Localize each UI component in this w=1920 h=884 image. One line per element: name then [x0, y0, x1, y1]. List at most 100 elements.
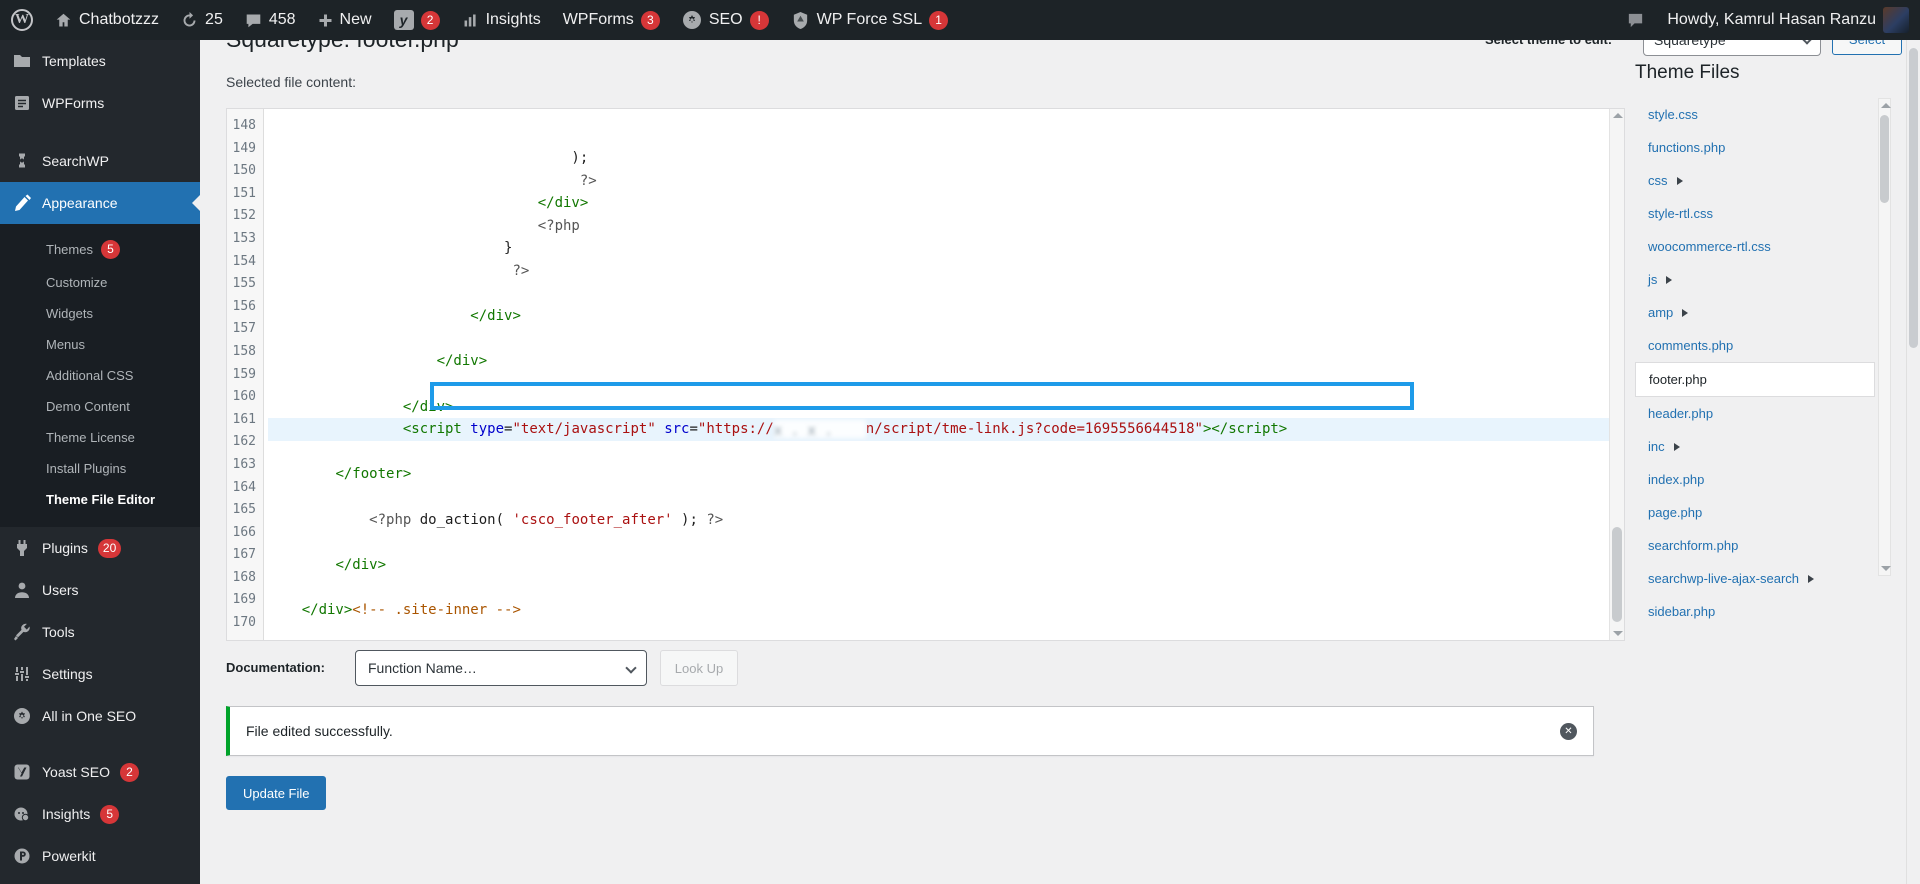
submenu-item-themes[interactable]: Themes5 [0, 232, 200, 267]
theme-file-inc[interactable]: inc [1635, 430, 1875, 463]
theme-file-sidebar-php[interactable]: sidebar.php [1635, 595, 1875, 628]
yoast-adminbar-link[interactable]: y 2 [383, 0, 451, 40]
sidebar-bottom-menu: Plugins20UsersToolsSettingsAll in One SE… [0, 527, 200, 877]
theme-file-js[interactable]: js [1635, 263, 1875, 296]
code-line-162: </footer> [268, 463, 1624, 486]
theme-file-woocommerce-rtl-css[interactable]: woocommerce-rtl.css [1635, 230, 1875, 263]
chat-bubble-icon [1626, 11, 1645, 30]
documentation-dropdown[interactable]: Function Name… [355, 650, 647, 686]
wpforms-adminbar-link[interactable]: WPForms 3 [552, 0, 671, 40]
yoast-icon: y [394, 10, 414, 30]
submenu-item-menus[interactable]: Menus [0, 329, 200, 360]
new-content-link[interactable]: New [307, 0, 383, 40]
folder-arrow-icon [1674, 443, 1684, 451]
theme-file-comments-php[interactable]: comments.php [1635, 329, 1875, 362]
theme-file-link[interactable]: page.php [1648, 505, 1702, 520]
theme-file-style-rtl-css[interactable]: style-rtl.css [1635, 197, 1875, 230]
theme-file-link[interactable]: amp [1648, 305, 1673, 320]
sidebar-item-yoast-seo[interactable]: Yoast SEO2 [0, 751, 200, 793]
success-notice: File edited successfully. ✕ [226, 706, 1594, 756]
editor-scrollbar-thumb[interactable] [1612, 527, 1622, 622]
theme-file-link[interactable]: header.php [1648, 406, 1713, 421]
theme-file-link[interactable]: style.css [1648, 107, 1698, 122]
settings-icon [12, 664, 32, 684]
theme-file-style-css[interactable]: style.css [1635, 98, 1875, 131]
theme-file-footer-php[interactable]: footer.php [1635, 362, 1875, 397]
theme-file-link[interactable]: inc [1648, 439, 1665, 454]
theme-file-amp[interactable]: amp [1635, 296, 1875, 329]
code-line-163 [268, 486, 1624, 509]
editor-code-area[interactable]: ); ?> </div> <?php } ?> [264, 109, 1624, 640]
submenu-item-theme-license[interactable]: Theme License [0, 422, 200, 453]
scroll-up-arrow-icon[interactable] [1613, 113, 1623, 118]
theme-file-link[interactable]: index.php [1648, 472, 1704, 487]
sidebar-item-searchwp[interactable]: SearchWP [0, 140, 200, 182]
submenu-item-customize[interactable]: Customize [0, 267, 200, 298]
theme-file-link[interactable]: css [1648, 173, 1668, 188]
code-line-152: } [268, 237, 1624, 260]
sidebar-item-insights[interactable]: Insights5 [0, 793, 200, 835]
sidebar-item-wpforms[interactable]: WPForms [0, 82, 200, 124]
theme-file-link[interactable]: woocommerce-rtl.css [1648, 239, 1771, 254]
seo-adminbar-badge: ! [750, 11, 769, 30]
updates-link[interactable]: 25 [170, 0, 234, 40]
sidebar-item-tools[interactable]: Tools [0, 611, 200, 653]
theme-file-functions-php[interactable]: functions.php [1635, 131, 1875, 164]
theme-file-searchwp-live-ajax-search[interactable]: searchwp-live-ajax-search [1635, 562, 1875, 595]
sidebar-item-users[interactable]: Users [0, 569, 200, 611]
scroll-up-arrow-icon[interactable] [1881, 103, 1891, 108]
chat-adminbar-item[interactable] [1615, 0, 1656, 40]
sidebar-item-appearance[interactable]: Appearance [0, 182, 200, 224]
theme-file-link[interactable]: sidebar.php [1648, 604, 1715, 619]
sidebar-item-templates[interactable]: Templates [0, 40, 200, 82]
submenu-item-install-plugins[interactable]: Install Plugins [0, 453, 200, 484]
sidebar-item-settings[interactable]: Settings [0, 653, 200, 695]
sidebar-item-all-in-one-seo[interactable]: All in One SEO [0, 695, 200, 737]
force-ssl-label: WP Force SSL [817, 11, 923, 29]
theme-file-link[interactable]: searchform.php [1648, 538, 1738, 553]
theme-file-link[interactable]: searchwp-live-ajax-search [1648, 571, 1799, 586]
code-line-158 [268, 373, 1624, 396]
wordpress-logo-icon: W [11, 9, 33, 31]
code-line-165 [268, 531, 1624, 554]
theme-file-index-php[interactable]: index.php [1635, 463, 1875, 496]
theme-file-link[interactable]: style-rtl.css [1648, 206, 1713, 221]
avatar [1883, 7, 1909, 33]
window-scrollbar-thumb[interactable] [1909, 48, 1918, 348]
dismiss-notice-icon[interactable]: ✕ [1560, 723, 1577, 740]
theme-files-scrollbar-thumb[interactable] [1880, 115, 1889, 203]
editor-scrollbar[interactable] [1609, 109, 1624, 640]
theme-file-page-php[interactable]: page.php [1635, 496, 1875, 529]
theme-file-header-php[interactable]: header.php [1635, 397, 1875, 430]
window-scrollbar[interactable] [1906, 40, 1920, 884]
seo-adminbar-link[interactable]: SEO ! [671, 0, 780, 40]
theme-file-css[interactable]: css [1635, 164, 1875, 197]
insights-adminbar-link[interactable]: Insights [451, 0, 552, 40]
sidebar-item-label: Insights [42, 806, 90, 822]
plus-icon [318, 13, 333, 28]
theme-file-link[interactable]: js [1648, 272, 1657, 287]
theme-file-link[interactable]: comments.php [1648, 338, 1733, 353]
theme-files-scrollbar[interactable] [1878, 98, 1891, 576]
comments-link[interactable]: 458 [234, 0, 307, 40]
scroll-down-arrow-icon[interactable] [1881, 566, 1891, 571]
wp-force-ssl-link[interactable]: WP Force SSL 1 [780, 0, 960, 40]
sidebar-item-powerkit[interactable]: Powerkit [0, 835, 200, 877]
sidebar-item-plugins[interactable]: Plugins20 [0, 527, 200, 569]
update-file-button[interactable]: Update File [226, 776, 326, 810]
scroll-down-arrow-icon[interactable] [1613, 631, 1623, 636]
sidebar-item-label: Templates [42, 53, 106, 69]
theme-file-searchform-php[interactable]: searchform.php [1635, 529, 1875, 562]
theme-file-link[interactable]: functions.php [1648, 140, 1725, 155]
code-editor[interactable]: 1481491501511521531541551561571581591601… [226, 108, 1625, 641]
code-line-148: ); [268, 147, 1624, 170]
account-menu[interactable]: Howdy, Kamrul Hasan Ranzu [1656, 0, 1920, 40]
line-number: 157 [227, 318, 263, 341]
submenu-item-demo-content[interactable]: Demo Content [0, 391, 200, 422]
submenu-item-theme-file-editor[interactable]: Theme File Editor [0, 484, 200, 515]
code-line-149: ?> [268, 170, 1624, 193]
submenu-item-additional-css[interactable]: Additional CSS [0, 360, 200, 391]
wordpress-menu[interactable]: W [0, 0, 44, 40]
submenu-item-widgets[interactable]: Widgets [0, 298, 200, 329]
site-name-link[interactable]: Chatbotzzz [44, 0, 170, 40]
